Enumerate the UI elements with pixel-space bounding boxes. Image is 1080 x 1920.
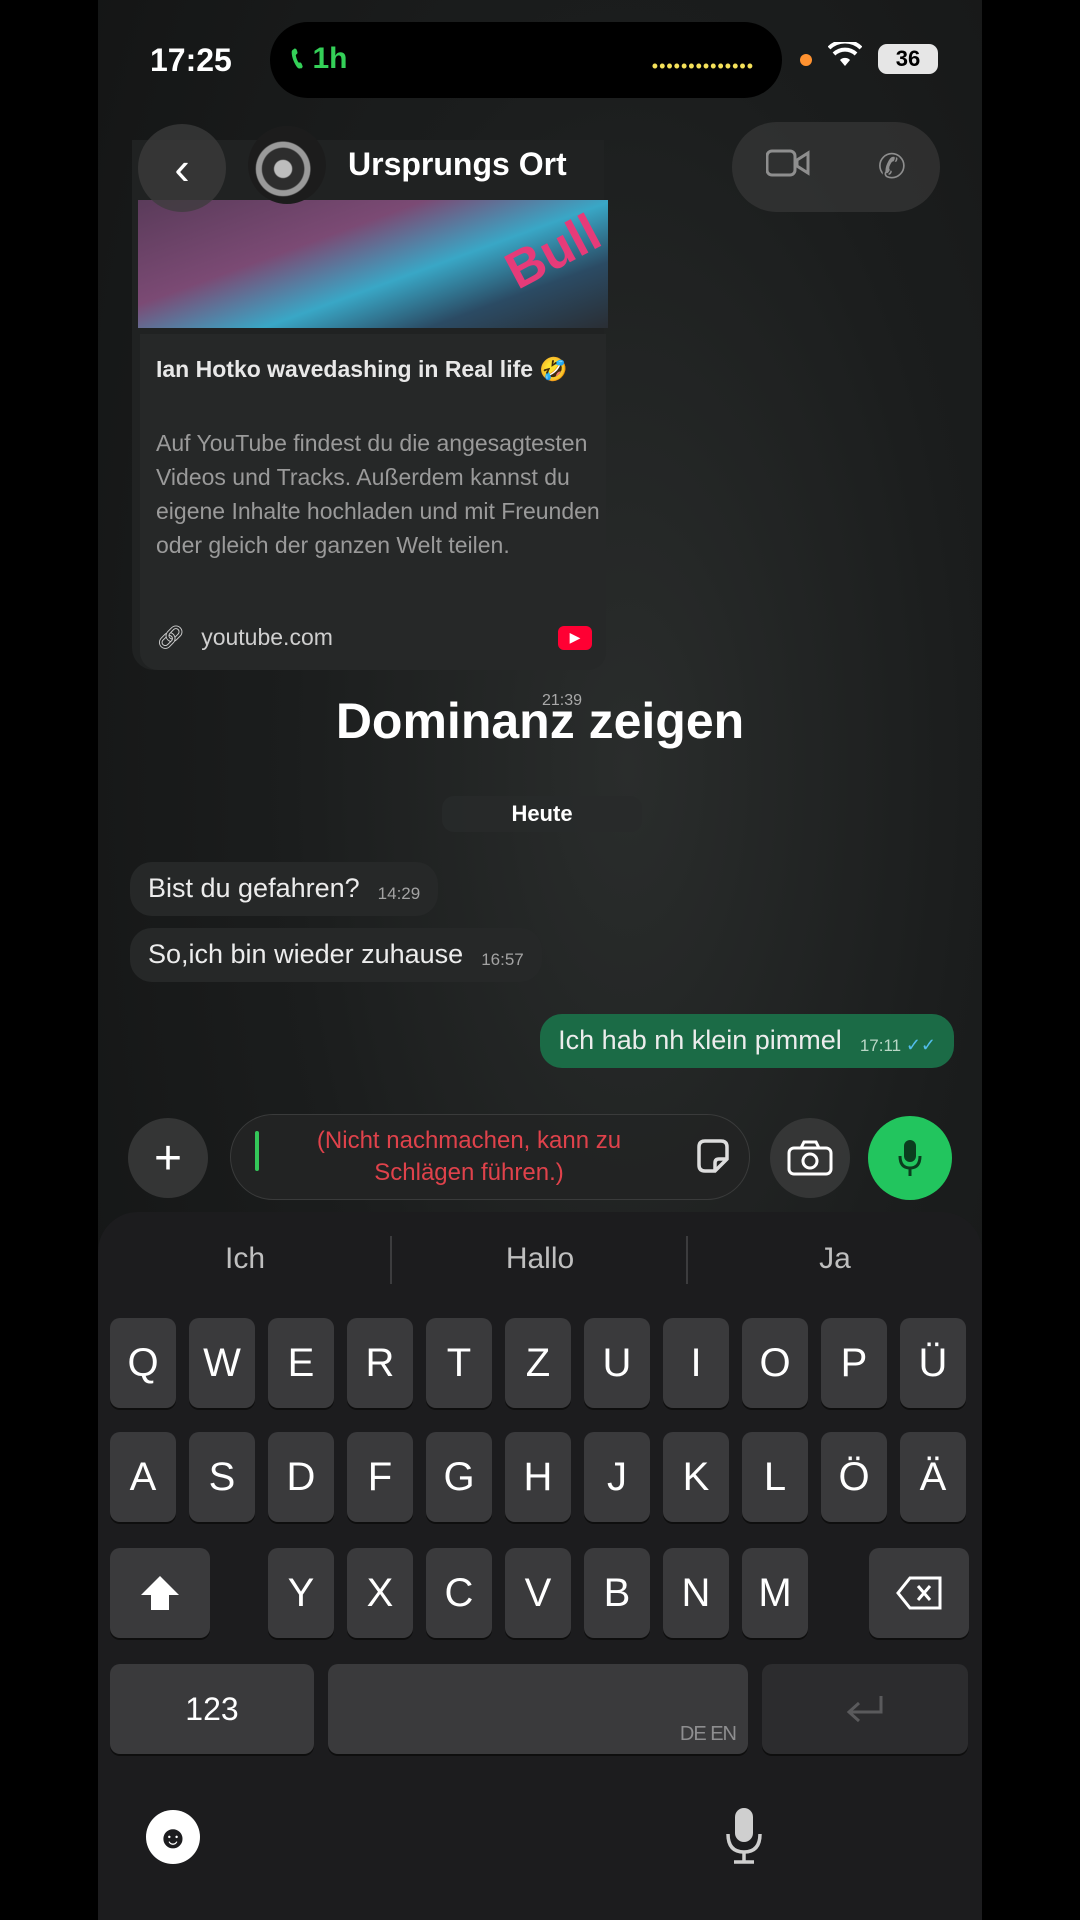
attach-button[interactable]: +: [128, 1118, 208, 1198]
text-cursor: [255, 1131, 259, 1171]
key[interactable]: Ä: [900, 1432, 966, 1522]
overlay-caption: Dominanz zeigen: [335, 693, 745, 749]
key[interactable]: T: [426, 1318, 492, 1408]
link-url-row[interactable]: 🔗︎ youtube.com ▶: [156, 624, 592, 651]
key[interactable]: S: [189, 1432, 255, 1522]
key[interactable]: V: [505, 1548, 571, 1638]
key[interactable]: L: [742, 1432, 808, 1522]
key[interactable]: O: [742, 1318, 808, 1408]
shift-key[interactable]: [110, 1548, 210, 1638]
key[interactable]: Z: [505, 1318, 571, 1408]
dictation-icon[interactable]: [724, 1806, 764, 1874]
backspace-key[interactable]: [869, 1548, 969, 1638]
link-title: Ian Hotko wavedashing in Real life 🤣: [156, 356, 569, 382]
key[interactable]: X: [347, 1548, 413, 1638]
key[interactable]: M: [742, 1548, 808, 1638]
audio-waveform: ••••••••••••••: [651, 56, 754, 76]
key[interactable]: K: [663, 1432, 729, 1522]
link-url: youtube.com: [201, 624, 333, 650]
return-icon: [846, 1696, 883, 1723]
call-buttons: ✆: [732, 122, 940, 212]
message-time: 17:11 ✓✓: [859, 1035, 936, 1055]
key[interactable]: E: [268, 1318, 334, 1408]
suggestion-3[interactable]: Ja: [688, 1242, 982, 1276]
suggestion-2[interactable]: Hallo: [393, 1242, 687, 1276]
camera-icon: [787, 1140, 833, 1176]
phone-screen: 17:25 📞︎ 1h •••••••••••••• 36 Bull Ian H…: [98, 0, 982, 1920]
key[interactable]: H: [505, 1432, 571, 1522]
chat-avatar[interactable]: [248, 126, 326, 204]
link-icon: 🔗︎: [156, 624, 186, 650]
link-description: Auf YouTube findest du die angesagtesten…: [156, 430, 600, 558]
key[interactable]: R: [347, 1318, 413, 1408]
key[interactable]: D: [268, 1432, 334, 1522]
numbers-key[interactable]: 123: [110, 1664, 314, 1754]
plus-icon: +: [153, 1131, 183, 1185]
key[interactable]: F: [347, 1432, 413, 1522]
read-receipt-icon: ✓✓: [905, 1035, 936, 1055]
backspace-icon: [896, 1576, 942, 1610]
emoji-icon[interactable]: ☻: [146, 1810, 200, 1864]
key[interactable]: A: [110, 1432, 176, 1522]
youtube-icon: ▶: [558, 625, 592, 650]
voice-message-button[interactable]: [868, 1116, 952, 1200]
message-text: Bist du gefahren?: [148, 873, 360, 903]
key[interactable]: W: [189, 1318, 255, 1408]
key[interactable]: J: [584, 1432, 650, 1522]
sticker-icon[interactable]: [693, 1137, 733, 1177]
battery-indicator: 36: [878, 44, 938, 74]
key[interactable]: Y: [268, 1548, 334, 1638]
ongoing-call-indicator[interactable]: 📞︎ 1h: [292, 42, 348, 76]
language-indicator: DE EN: [679, 1723, 737, 1745]
return-key[interactable]: [762, 1664, 968, 1754]
chat-name[interactable]: Ursprungs Ort: [348, 146, 567, 183]
date-divider: Heute: [442, 796, 642, 832]
message-bubble[interactable]: Bist du gefahren? 14:29: [130, 862, 439, 916]
message-input[interactable]: (Nicht nachmachen, kann zu Schlägen führ…: [230, 1114, 750, 1200]
key[interactable]: Ö: [821, 1432, 887, 1522]
link-thumbnail[interactable]: Bull: [138, 200, 610, 328]
message-input-text: (Nicht nachmachen, kann zu Schlägen führ…: [316, 1127, 622, 1186]
call-duration: 1h: [312, 42, 348, 75]
shift-icon: [141, 1576, 179, 1610]
message-text: Ich hab nh klein pimmel: [558, 1025, 842, 1055]
suggestion-1[interactable]: Ich: [98, 1242, 392, 1276]
message-time: 16:57: [481, 950, 524, 969]
key[interactable]: I: [663, 1318, 729, 1408]
key[interactable]: Q: [110, 1318, 176, 1408]
message-text: So,ich bin wieder zuhause: [148, 939, 464, 969]
mic-icon: [898, 1140, 922, 1176]
camera-button[interactable]: [770, 1118, 850, 1198]
message-time: 14:29: [377, 884, 421, 903]
message-bubble-outgoing[interactable]: Ich hab nh klein pimmel 17:11 ✓✓: [540, 1014, 954, 1068]
call-icon[interactable]: ✆: [878, 147, 907, 187]
key[interactable]: C: [426, 1548, 492, 1638]
key[interactable]: U: [584, 1318, 650, 1408]
space-key[interactable]: DE EN: [328, 1664, 748, 1754]
dynamic-island[interactable]: 📞︎ 1h ••••••••••••••: [270, 22, 782, 98]
key[interactable]: N: [663, 1548, 729, 1638]
key[interactable]: G: [426, 1432, 492, 1522]
thumbnail-text: Bull: [495, 203, 610, 301]
back-button[interactable]: ‹: [138, 124, 226, 212]
key[interactable]: P: [821, 1318, 887, 1408]
message-bubble[interactable]: So,ich bin wieder zuhause 16:57: [130, 928, 542, 982]
suggestion-divider: [390, 1236, 392, 1284]
key[interactable]: Ü: [900, 1318, 966, 1408]
status-time: 17:25: [150, 42, 232, 78]
phone-icon: 📞︎: [292, 42, 303, 75]
back-icon: ‹: [174, 142, 190, 194]
key[interactable]: B: [584, 1548, 650, 1638]
keyboard: Ich Hallo Ja Q W E R T Z U I O P Ü A S D…: [98, 1212, 982, 1920]
wifi-icon: [827, 39, 863, 75]
mic-in-use-indicator: [800, 54, 812, 66]
video-icon[interactable]: [765, 148, 810, 187]
